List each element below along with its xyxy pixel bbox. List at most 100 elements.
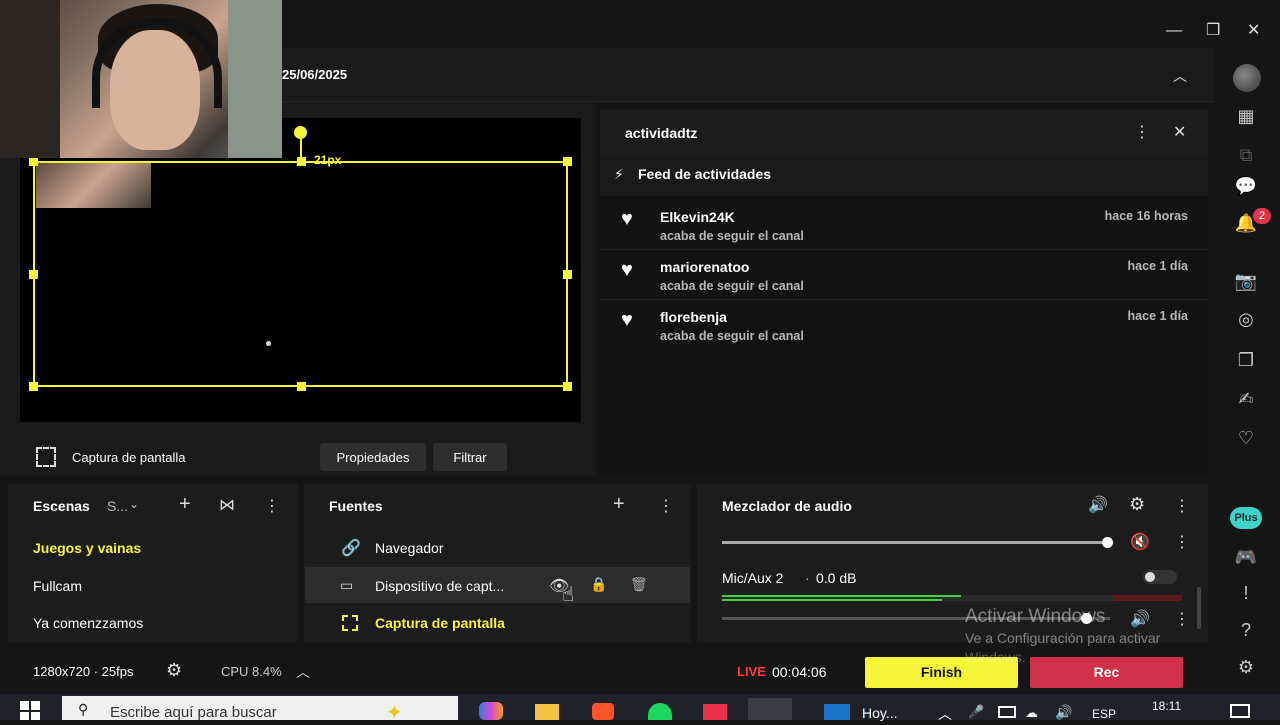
channel-toggle[interactable] [1143,570,1177,584]
screen-capture-icon [36,447,56,467]
sources-more-icon[interactable]: ⋮ [658,496,674,516]
transition-icon[interactable]: ⋈ [219,495,235,515]
mic-tray-icon[interactable]: 🎤 [968,704,984,720]
alert-icon[interactable]: ! [1233,580,1259,606]
file-explorer-icon[interactable] [535,704,559,720]
channel-more-icon[interactable]: ⋮ [1174,609,1190,629]
source-selection-box[interactable] [29,157,572,391]
resize-handle-tl[interactable] [29,157,38,166]
lock-icon[interactable]: 🔒 [590,576,607,593]
scene-item-active[interactable]: Juegos y vainas [33,540,141,556]
source-item[interactable]: Dispositivo de capt... [375,578,504,594]
layout-icon[interactable]: ▦ [1233,103,1259,129]
outlook-icon[interactable] [824,704,850,720]
master-volume-slider[interactable] [722,537,1113,548]
signature-icon[interactable]: ✍ [1233,386,1259,412]
chat-icon[interactable]: 💬 [1233,173,1259,199]
plus-badge[interactable]: Plus [1230,507,1262,529]
heart-icon: ♥ [621,259,633,281]
audio-meter-fill-lower [722,599,942,601]
resize-handle-bc[interactable] [297,382,306,391]
brave-icon[interactable] [592,703,614,720]
avatar[interactable] [1233,64,1261,92]
webcam-overlay [0,0,282,158]
gamepad-icon[interactable]: 🎮 [1233,544,1259,570]
scenes-more-icon[interactable]: ⋮ [264,496,280,516]
taskbar-app-label[interactable]: Hoy... [862,705,898,721]
rotation-handle[interactable] [294,126,307,139]
scene-item[interactable]: Fullcam [33,578,82,594]
channel-speaker-icon[interactable]: 🔊 [1130,609,1150,629]
spotify-icon[interactable] [648,703,672,720]
add-scene-icon[interactable]: + [179,493,191,516]
panel-close-icon[interactable]: ✕ [1173,122,1186,142]
muted-speaker-icon[interactable]: 🔇 [1130,532,1150,552]
chevron-up-icon[interactable]: ︿ [296,662,310,682]
cursor-dot-icon [266,341,271,346]
mixer-more-icon[interactable]: ⋮ [1174,496,1190,516]
feed-user[interactable]: mariorenatoo [660,259,749,275]
help-icon[interactable]: ? [1233,617,1259,643]
hand-cursor-icon: ☝ [562,584,575,606]
video-settings-gear-icon[interactable]: ⚙ [166,660,182,681]
taskbar-search-placeholder: Escribe aquí para buscar [110,704,277,721]
copilot-icon[interactable] [479,702,503,720]
chevron-down-icon[interactable]: ⌄ [129,497,139,511]
channel-separator: · [805,570,810,586]
webcam-icon[interactable]: ◎ [1233,306,1259,332]
feed-time: hace 16 horas [1104,209,1188,223]
close-window-button[interactable]: ✕ [1247,20,1265,40]
mixer-scrollbar[interactable] [1197,587,1201,629]
feed-action: acaba de seguir el canal [660,279,804,293]
master-more-icon[interactable]: ⋮ [1174,532,1190,552]
live-label: LIVE [737,664,766,679]
resize-handle-bl[interactable] [29,382,38,391]
scene-collection-dropdown[interactable]: S... [107,498,128,514]
volume-tray-icon[interactable]: 🔊 [1055,704,1072,721]
settings-gear-icon[interactable]: ⚙ [1233,654,1259,680]
selected-source-label: Captura de pantalla [72,450,186,465]
resize-handle-br[interactable] [563,382,572,391]
feed-user[interactable]: florebenja [660,309,727,325]
channel-name: actividadtz [625,125,698,141]
audio-meter [722,595,1182,601]
heart-outline-icon[interactable]: ♡ [1233,425,1259,451]
scene-item[interactable]: Ya comenzzamos [33,615,143,631]
collapse-chevron-icon[interactable]: ︿ [1173,66,1187,86]
master-volume-knob[interactable] [1102,537,1113,548]
red-app-icon[interactable] [703,704,727,720]
resize-handle-ml[interactable] [29,270,38,279]
resolution-label: 1280x720 · 25fps [33,664,134,679]
source-item[interactable]: Navegador [375,540,444,556]
heart-icon: ♥ [621,309,633,331]
mixer-settings-gear-icon[interactable]: ⚙ [1129,494,1145,515]
panel-more-icon[interactable]: ⋮ [1134,122,1150,142]
source-item-active[interactable]: Captura de pantalla [375,615,505,631]
rec-button[interactable]: Rec [1030,657,1183,688]
feed-user[interactable]: Elkevin24K [660,209,735,225]
properties-button[interactable]: Propiedades [320,443,426,471]
filter-button[interactable]: Filtrar [433,443,507,471]
speaker-icon[interactable]: 🔊 [1088,495,1108,515]
scenes-icon[interactable]: ❐ [1233,347,1259,373]
language-indicator[interactable]: ESP [1092,707,1116,721]
scenes-title: Escenas [33,498,90,514]
minimize-button[interactable]: — [1166,22,1184,42]
activation-watermark-subtitle: Ve a Configuración para activar [965,630,1161,646]
multi-screen-icon[interactable]: ⧉ [1233,142,1259,168]
notification-center-icon[interactable] [1230,704,1250,718]
feed-action: acaba de seguir el canal [660,229,804,243]
add-source-icon[interactable]: + [613,493,625,516]
resize-handle-tr[interactable] [563,157,572,166]
tray-chevron-icon[interactable]: ︿ [938,704,952,724]
windows-start-icon[interactable] [20,701,40,720]
network-tray-icon[interactable] [998,706,1016,718]
onedrive-tray-icon[interactable]: ☁ [1025,705,1038,721]
taskbar-clock[interactable]: 18:11 [1152,699,1181,713]
stars-icon: ✦ [386,702,403,724]
restore-button[interactable]: ❐ [1206,20,1224,40]
trash-icon[interactable]: 🗑 [630,576,648,593]
streaming-app-icon[interactable] [748,698,792,720]
camera-icon[interactable]: 📷 [1233,268,1259,294]
resize-handle-mr[interactable] [563,270,572,279]
